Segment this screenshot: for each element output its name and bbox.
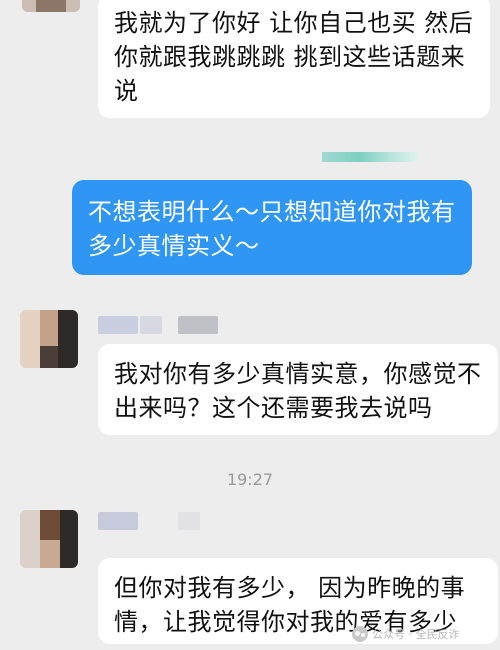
sender-name-redacted	[178, 316, 218, 334]
sender-name-redacted	[140, 316, 162, 334]
message-bubble-incoming[interactable]: 我对你有多少真情实意，你感觉不出来吗？这个还需要我去说吗	[98, 344, 498, 435]
watermark: 公众号 · 全民反诈	[352, 626, 460, 642]
redacted-strip	[322, 152, 418, 162]
message-text: 不想表明什么～只想知道你对我有多少真情实义～	[88, 198, 456, 260]
sender-name-redacted	[98, 512, 138, 530]
wechat-icon	[352, 626, 368, 642]
avatar-contact-top[interactable]	[22, 0, 80, 12]
avatar-contact[interactable]	[20, 310, 78, 368]
avatar-contact[interactable]	[20, 510, 78, 568]
sender-name-redacted	[178, 512, 200, 530]
watermark-text: 公众号 · 全民反诈	[372, 628, 460, 641]
sender-name-redacted	[98, 316, 138, 334]
message-timestamp: 19:27	[226, 470, 274, 489]
message-text: 我就为了你好 让你自己也买 然后你就跟我跳跳跳 挑到这些话题来说	[114, 9, 474, 105]
message-text: 我对你有多少真情实意，你感觉不出来吗？这个还需要我去说吗	[114, 360, 482, 422]
message-bubble-incoming[interactable]: 我就为了你好 让你自己也买 然后你就跟我跳跳跳 挑到这些话题来说	[98, 0, 490, 118]
message-bubble-outgoing[interactable]: 不想表明什么～只想知道你对我有多少真情实义～	[72, 180, 472, 275]
